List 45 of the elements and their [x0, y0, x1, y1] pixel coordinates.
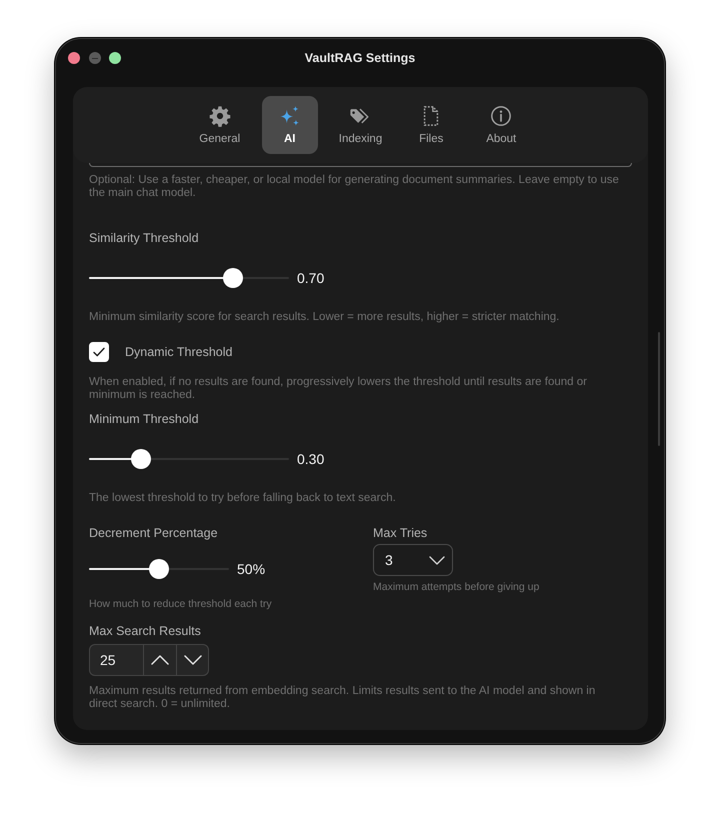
- tab[interactable]: AI: [262, 96, 318, 154]
- help-text: When enabled, if no results are found, progressively lowers the threshold until results are found or minimum is reached.: [89, 376, 588, 402]
- slider-thumb[interactable]: [223, 268, 243, 288]
- chevron-down-icon: [184, 655, 202, 665]
- slider-track[interactable]: [89, 268, 289, 288]
- info-icon: [490, 105, 512, 127]
- chevron-down-icon: [429, 556, 445, 564]
- slider-value: 50%: [237, 561, 266, 577]
- tab[interactable]: About: [473, 96, 530, 154]
- setting-label: Max Search Results: [89, 623, 202, 639]
- tab[interactable]: Indexing: [332, 96, 390, 154]
- number-field[interactable]: 25: [89, 644, 143, 676]
- minimize-button[interactable]: [88, 52, 100, 64]
- close-button[interactable]: [68, 52, 80, 64]
- help-text: How much to reduce threshold each try: [89, 598, 273, 610]
- window-title: VaultRAG Settings: [304, 51, 416, 65]
- scrollbar[interactable]: [658, 332, 660, 446]
- chevron-up-icon: [151, 655, 169, 665]
- help-text: Minimum similarity score for search results. Lower = more results, higher = stricter matching.: [89, 311, 560, 324]
- decrement-button[interactable]: [176, 644, 209, 676]
- help-text: The lowest threshold to try before falling back to text search.: [89, 492, 397, 505]
- sparkles-icon: [278, 105, 301, 127]
- help-text: Maximum attempts before giving up: [373, 581, 540, 593]
- help-text: Optional: Use a faster, cheaper, or local model for generating document summaries. Leave empty to use the main chat model.: [89, 174, 620, 200]
- input-field[interactable]: [89, 163, 632, 167]
- tab[interactable]: Files: [403, 96, 460, 154]
- setting-label: Minimum Threshold: [89, 411, 200, 427]
- slider-thumb[interactable]: [149, 559, 169, 579]
- setting-label: Max Tries: [373, 525, 428, 541]
- zoom-button[interactable]: [109, 52, 121, 64]
- help-text: Maximum results returned from embedding search. Limits results sent to the AI model and shown in direct search. 0 = unlimited.: [89, 685, 596, 711]
- slider-track[interactable]: [89, 449, 289, 469]
- slider-value: 0.30: [297, 451, 324, 467]
- slider-track[interactable]: [89, 559, 229, 579]
- checkbox-label: Dynamic Threshold: [125, 345, 232, 359]
- select-dropdown[interactable]: 3: [373, 544, 453, 576]
- tab[interactable]: General: [192, 96, 248, 154]
- checkmark-icon: [93, 347, 105, 357]
- slider-thumb[interactable]: [131, 449, 151, 469]
- gear-icon: [208, 105, 231, 127]
- increment-button[interactable]: [143, 644, 176, 676]
- checkbox[interactable]: [89, 342, 109, 362]
- setting-label: Similarity Threshold: [89, 230, 200, 246]
- setting-label: Decrement Percentage: [89, 525, 219, 541]
- slider-value: 0.70: [297, 270, 324, 286]
